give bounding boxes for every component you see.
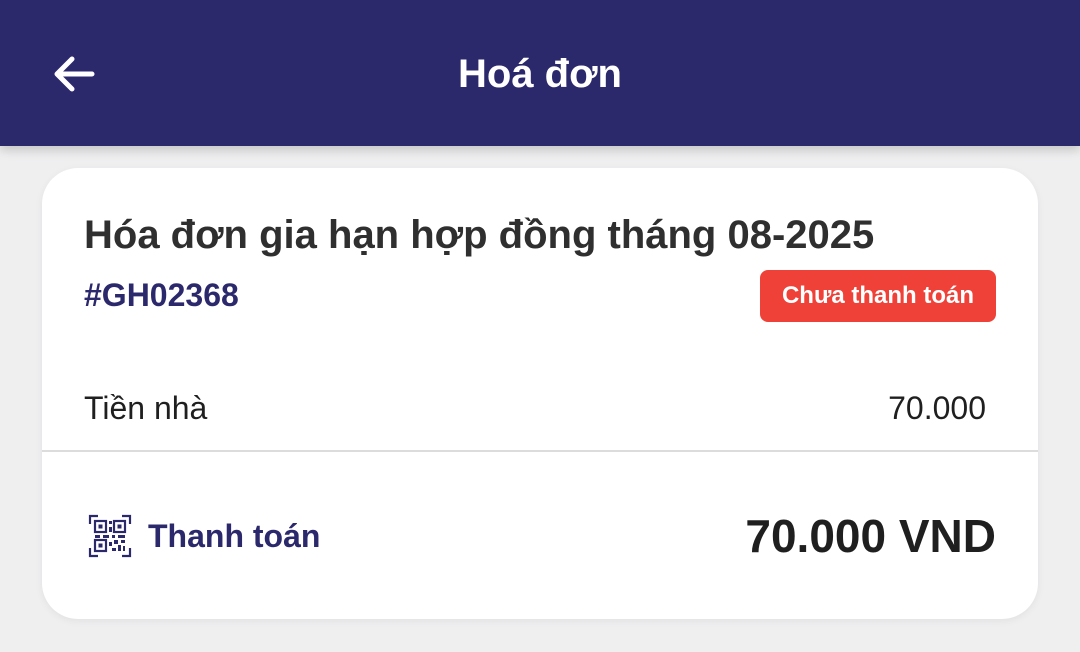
divider [42, 450, 1038, 452]
app-bar: Hoá đơn [0, 0, 1080, 146]
invoice-card: Hóa đơn gia hạn hợp đồng tháng 08-2025 #… [42, 168, 1038, 619]
fee-item-label: Tiền nhà [84, 390, 208, 426]
total-amount: 70.000 VND [745, 510, 996, 562]
invoice-code: #GH02368 [84, 277, 239, 313]
invoice-title: Hóa đơn gia hạn hợp đồng tháng 08-2025 [84, 213, 875, 257]
qr-code-icon [88, 514, 132, 558]
status-badge: Chưa thanh toán [760, 270, 996, 322]
pay-button[interactable]: Thanh toán [88, 512, 320, 560]
pay-label: Thanh toán [148, 518, 321, 554]
page-title: Hoá đơn [458, 52, 622, 96]
fee-item-amount: 70.000 [888, 390, 986, 426]
